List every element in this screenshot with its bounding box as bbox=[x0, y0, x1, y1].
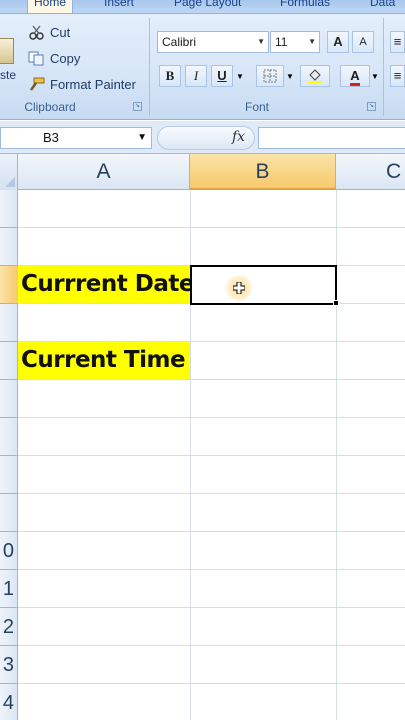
tab-formulas[interactable]: Formulas bbox=[280, 0, 330, 9]
row-header-column: 01234 bbox=[0, 190, 18, 720]
tab-page-layout[interactable]: Page Layout bbox=[174, 0, 241, 9]
row-gridline bbox=[18, 645, 405, 646]
cell-a5[interactable]: Current Time bbox=[18, 342, 190, 379]
formula-input[interactable] bbox=[258, 127, 405, 149]
excel-window: Home Insert Page Layout Formulas Data st… bbox=[0, 0, 405, 720]
chevron-down-icon: ▼ bbox=[308, 37, 316, 46]
ribbon: ste Cut Copy Format Painter Clipboard ↘ … bbox=[0, 14, 405, 120]
cell-a3[interactable]: Currrent Date bbox=[18, 266, 190, 303]
worksheet-grid[interactable]: A B C 01234 Currrent Date Current Time bbox=[0, 154, 405, 720]
row-header[interactable] bbox=[0, 266, 18, 304]
name-box-value: B3 bbox=[43, 130, 59, 145]
cell-b3-active[interactable] bbox=[190, 265, 337, 305]
row-header[interactable]: 0 bbox=[0, 532, 18, 570]
font-name-value: Calibri bbox=[162, 35, 197, 49]
bold-button[interactable]: B bbox=[159, 65, 181, 87]
row-gridline bbox=[18, 417, 405, 418]
borders-button[interactable] bbox=[256, 65, 284, 87]
row-gridline bbox=[18, 607, 405, 608]
formula-bar: B3 ▼ fx bbox=[0, 121, 405, 154]
row-gridline bbox=[18, 531, 405, 532]
fill-handle[interactable] bbox=[333, 300, 339, 306]
row-gridline bbox=[18, 379, 405, 380]
underline-button[interactable]: U bbox=[211, 65, 233, 87]
chevron-down-icon[interactable]: ▼ bbox=[137, 128, 147, 148]
grow-font-icon: A bbox=[333, 34, 343, 49]
scissors-icon bbox=[28, 25, 45, 40]
cut-label: Cut bbox=[50, 25, 71, 40]
column-header-c[interactable]: C bbox=[336, 154, 405, 190]
paste-button[interactable]: ste bbox=[0, 68, 16, 82]
format-painter-button[interactable]: Format Painter bbox=[28, 77, 136, 92]
cell-select-cursor-icon bbox=[233, 282, 245, 294]
paintbrush-icon bbox=[28, 77, 45, 92]
shrink-font-icon: A bbox=[359, 36, 367, 48]
chevron-down-icon[interactable]: ▼ bbox=[236, 72, 244, 81]
row-header[interactable]: 1 bbox=[0, 570, 18, 608]
mouse-cursor-highlight bbox=[226, 275, 252, 301]
row-header[interactable] bbox=[0, 380, 18, 418]
font-name-combo[interactable]: Calibri ▼ bbox=[157, 31, 269, 53]
underline-icon: U bbox=[217, 68, 227, 83]
row-gridline bbox=[18, 227, 405, 228]
bold-icon: B bbox=[165, 68, 175, 83]
align-top-icon: ≡ bbox=[393, 34, 402, 49]
borders-icon bbox=[263, 69, 277, 86]
align-left-button[interactable]: ≡ bbox=[390, 65, 405, 87]
shrink-font-button[interactable]: A bbox=[352, 31, 374, 53]
row-header[interactable] bbox=[0, 494, 18, 532]
chevron-down-icon[interactable]: ▼ bbox=[286, 72, 294, 81]
copy-button[interactable]: Copy bbox=[28, 51, 80, 66]
group-divider bbox=[149, 18, 150, 116]
column-header-b[interactable]: B bbox=[190, 154, 336, 190]
row-gridline bbox=[18, 493, 405, 494]
group-divider bbox=[383, 18, 384, 116]
row-gridline bbox=[18, 569, 405, 570]
font-size-combo[interactable]: 11 ▼ bbox=[270, 31, 320, 53]
tab-home[interactable]: Home bbox=[27, 0, 74, 14]
paste-icon[interactable] bbox=[0, 38, 14, 64]
font-group-label: Font bbox=[244, 100, 269, 114]
row-header[interactable] bbox=[0, 456, 18, 494]
fill-color-button[interactable] bbox=[300, 65, 330, 87]
row-header[interactable] bbox=[0, 342, 18, 380]
font-color-icon: A bbox=[350, 68, 360, 86]
name-box[interactable]: B3 ▼ bbox=[0, 127, 152, 149]
font-color-button[interactable]: A bbox=[340, 65, 370, 87]
font-dialog-launcher-icon[interactable]: ↘ bbox=[367, 102, 376, 111]
ribbon-tab-bar: Home Insert Page Layout Formulas Data bbox=[0, 0, 405, 14]
row-header[interactable] bbox=[0, 228, 18, 266]
row-header[interactable]: 3 bbox=[0, 646, 18, 684]
insert-function-icon[interactable]: fx bbox=[232, 129, 245, 145]
format-painter-label: Format Painter bbox=[50, 77, 136, 92]
paint-bucket-icon bbox=[306, 69, 324, 88]
font-size-value: 11 bbox=[275, 35, 288, 49]
italic-button[interactable]: I bbox=[185, 65, 207, 87]
row-header[interactable] bbox=[0, 418, 18, 456]
column-header-row: A B C bbox=[0, 154, 405, 190]
italic-icon: I bbox=[193, 68, 199, 83]
row-header[interactable] bbox=[0, 190, 18, 228]
clipboard-dialog-launcher-icon[interactable]: ↘ bbox=[133, 102, 142, 111]
chevron-down-icon: ▼ bbox=[257, 37, 265, 46]
chevron-down-icon[interactable]: ▼ bbox=[371, 72, 379, 81]
align-top-button[interactable]: ≡ bbox=[390, 31, 405, 53]
row-header[interactable]: 4 bbox=[0, 684, 18, 720]
row-header[interactable] bbox=[0, 304, 18, 342]
align-left-icon: ≡ bbox=[393, 68, 402, 83]
tab-insert[interactable]: Insert bbox=[104, 0, 134, 9]
tab-data[interactable]: Data bbox=[370, 0, 395, 9]
row-gridline bbox=[18, 683, 405, 684]
select-all-button[interactable] bbox=[0, 154, 18, 190]
row-header[interactable]: 2 bbox=[0, 608, 18, 646]
clipboard-group-label: Clipboard bbox=[24, 100, 76, 114]
cut-button[interactable]: Cut bbox=[28, 25, 70, 40]
column-header-a[interactable]: A bbox=[18, 154, 190, 190]
copy-label: Copy bbox=[50, 51, 81, 66]
row-gridline bbox=[18, 455, 405, 456]
grow-font-button[interactable]: A bbox=[327, 31, 349, 53]
copy-icon bbox=[28, 51, 45, 66]
